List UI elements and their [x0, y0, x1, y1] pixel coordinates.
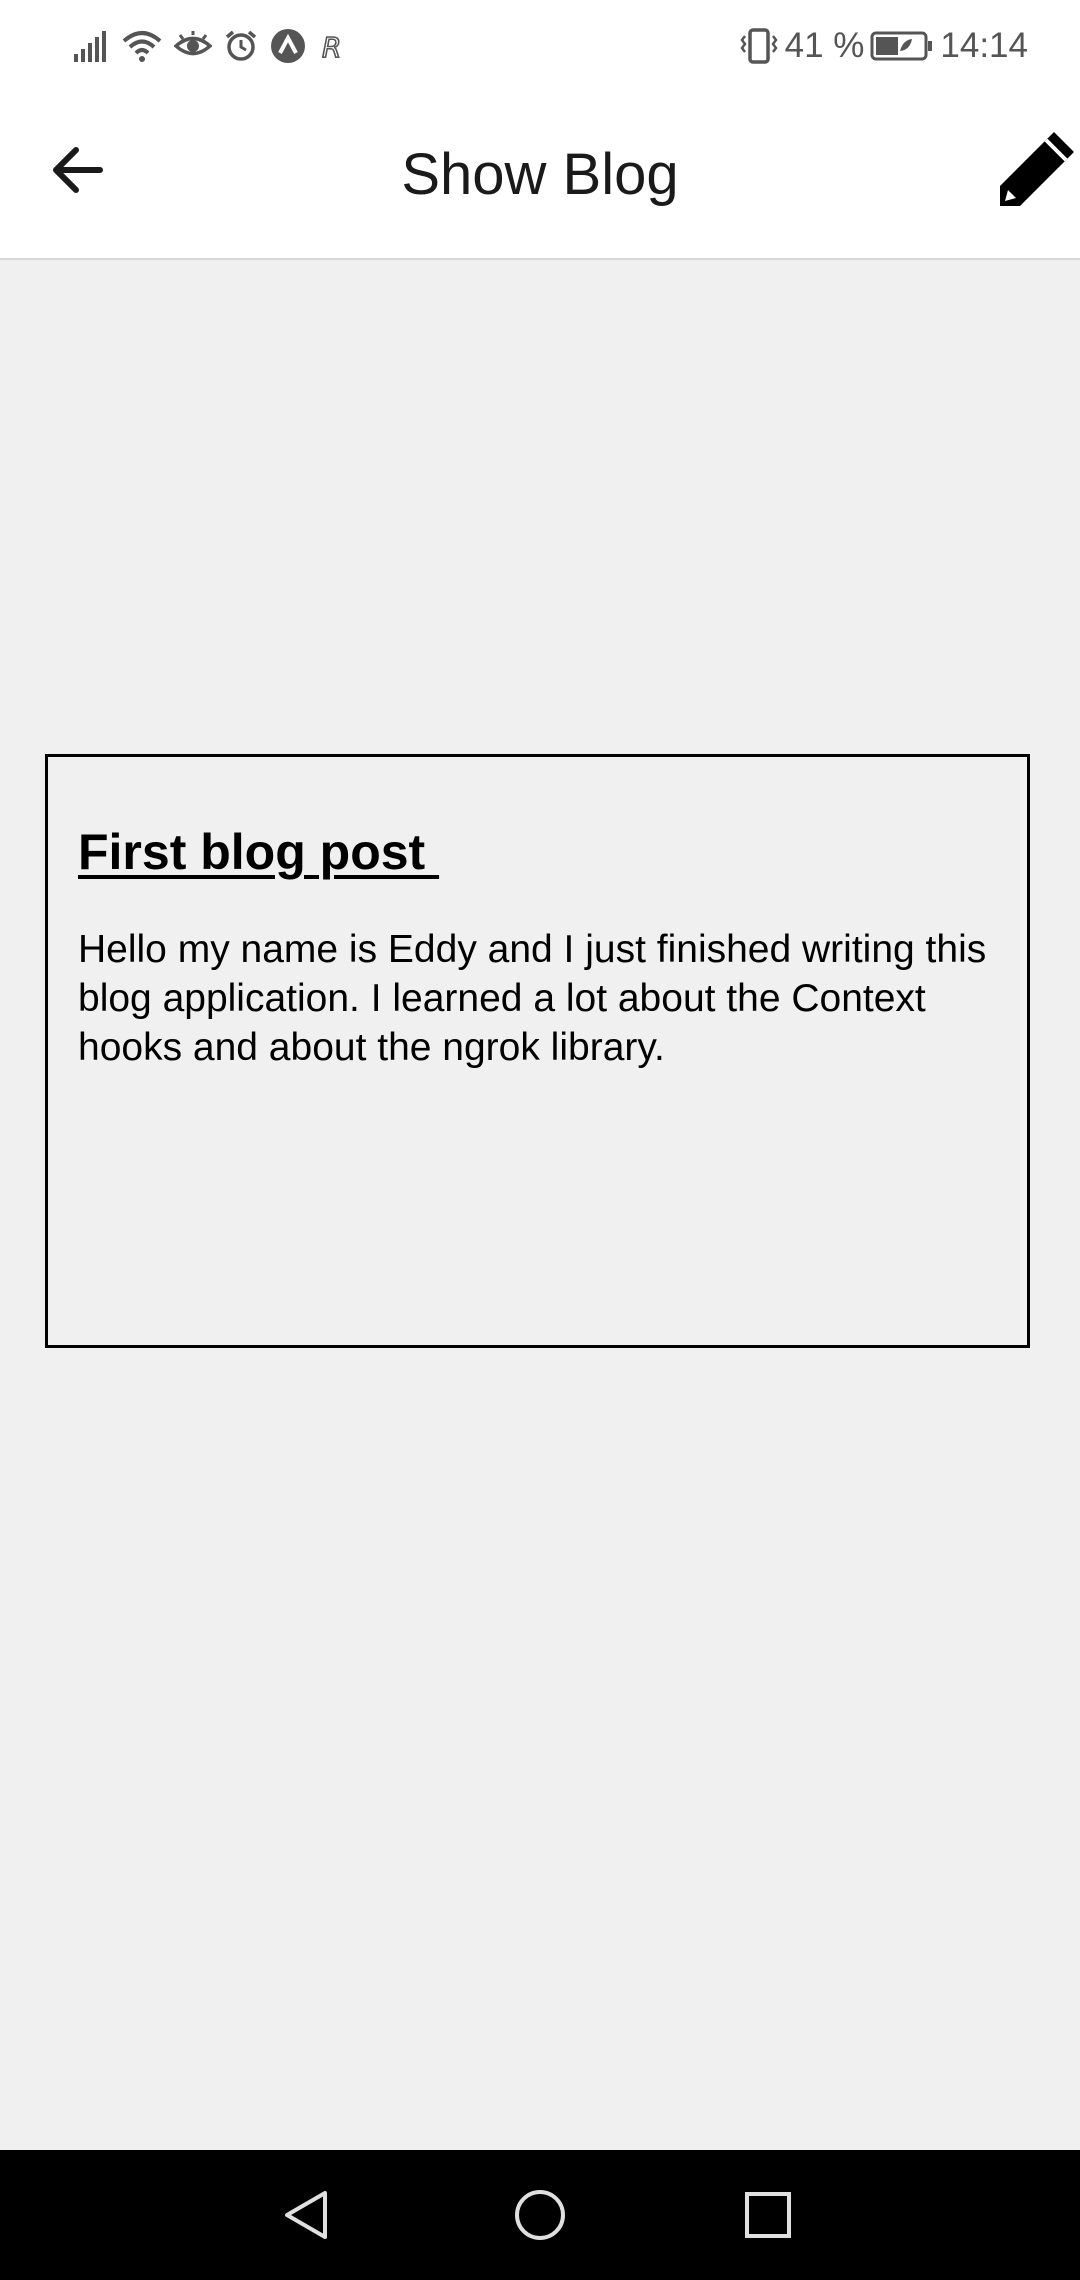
- app-bar: Show Blog: [0, 92, 1080, 260]
- pencil-icon: [1000, 132, 1074, 206]
- back-triangle-icon: [285, 2191, 327, 2239]
- content-area: First blog post Hello my name is Eddy an…: [0, 260, 1080, 2150]
- r-badge-icon: R: [321, 30, 342, 63]
- alarm-icon: [225, 30, 257, 61]
- page-title: Show Blog: [401, 142, 679, 207]
- blog-card: First blog post Hello my name is Eddy an…: [45, 754, 1030, 1348]
- home-circle-icon: [515, 2190, 565, 2240]
- wifi-icon: [122, 31, 162, 62]
- clock-time: 14:14: [940, 26, 1028, 65]
- arrow-left-icon: [53, 147, 103, 193]
- back-button[interactable]: [40, 132, 116, 208]
- status-icons-left: R: [74, 22, 348, 70]
- blog-content: Hello my name is Eddy and I just finishe…: [78, 928, 987, 1069]
- status-icons-right: 41 % 14:14: [739, 22, 1028, 70]
- battery-percent: 41 %: [784, 26, 865, 65]
- nav-back-button[interactable]: [272, 2180, 342, 2250]
- svg-text:R: R: [322, 31, 341, 63]
- vibrate-icon: [740, 28, 778, 64]
- nav-home-button[interactable]: [505, 2180, 575, 2250]
- recents-square-icon: [745, 2192, 791, 2238]
- arrow-up-badge-icon: [271, 29, 305, 63]
- edit-button[interactable]: [992, 126, 1080, 214]
- battery-icon: [870, 31, 933, 61]
- system-nav-bar: [0, 2150, 1080, 2280]
- signal-icon: [74, 31, 106, 62]
- nav-recents-button[interactable]: [733, 2180, 803, 2250]
- status-bar: R 41 % 14:14: [0, 0, 1080, 92]
- blog-title: First blog post: [78, 824, 440, 880]
- eye-icon: [174, 31, 212, 56]
